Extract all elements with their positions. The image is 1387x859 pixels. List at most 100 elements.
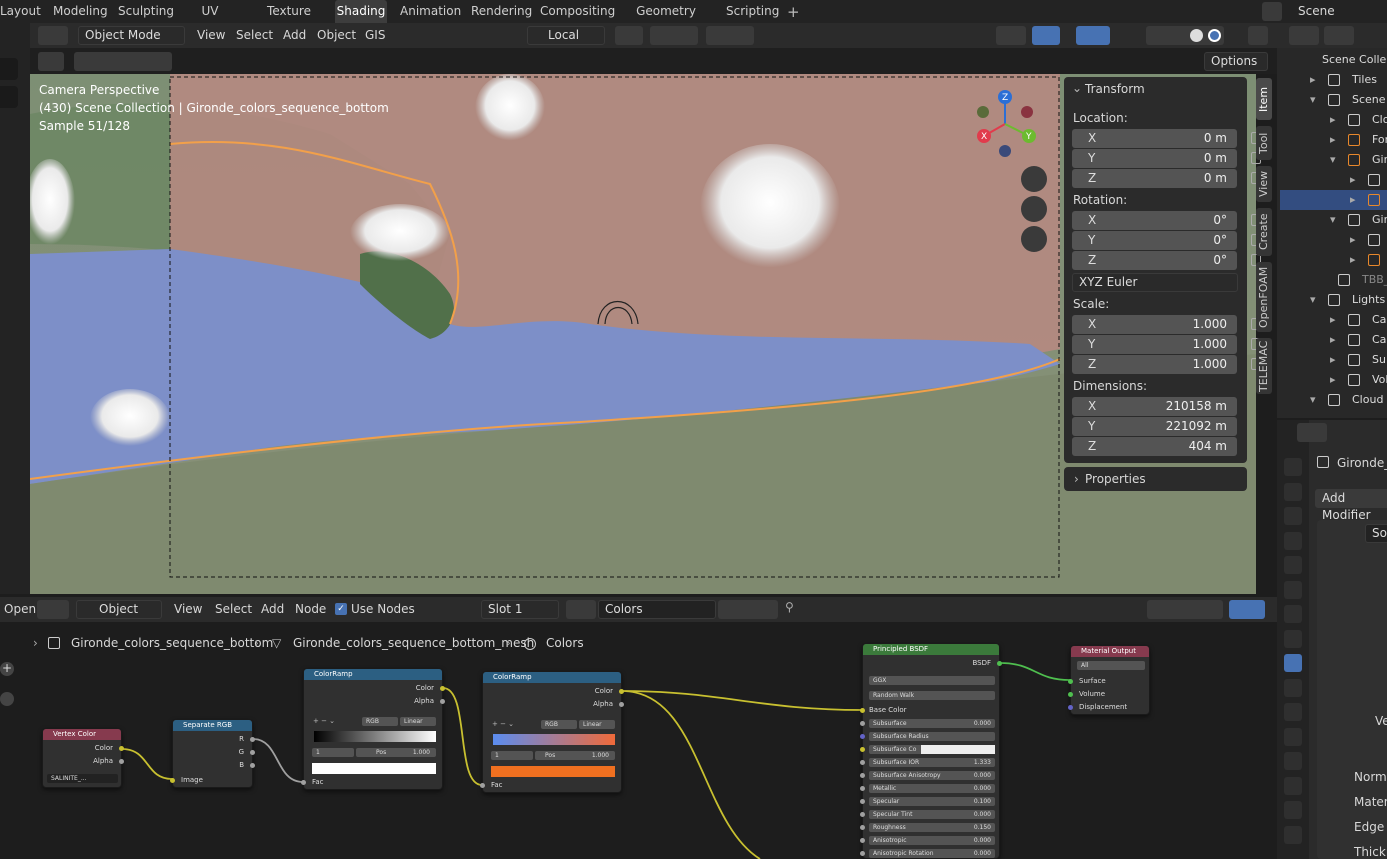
- node-material-output[interactable]: Material Output All Surface Volume Displ…: [1068, 645, 1150, 715]
- input-socket[interactable]: [860, 773, 865, 778]
- properties-panel-header[interactable]: › Properties: [1064, 467, 1247, 491]
- material-name-field[interactable]: Colors: [598, 600, 716, 619]
- workspace-tab-layout[interactable]: Layout: [0, 0, 41, 23]
- outliner-item[interactable]: ▸A: [1280, 230, 1387, 250]
- overlay-toggle-icon[interactable]: [1076, 26, 1110, 45]
- workspace-tab-rendering[interactable]: Rendering: [471, 0, 532, 23]
- bsdf-field-metallic[interactable]: Metallic 0.000: [869, 784, 995, 793]
- input-socket[interactable]: [860, 812, 865, 817]
- chevron-down-icon[interactable]: ⌄: [1072, 81, 1082, 95]
- outliner-item[interactable]: ▸ Clouc: [1280, 110, 1387, 130]
- input-socket[interactable]: [1068, 679, 1073, 684]
- dim-x-field[interactable]: X 210158 m: [1072, 397, 1237, 416]
- bsdf-field-specular-tint[interactable]: Specular Tint 0.000: [869, 810, 995, 819]
- subsurface-color-swatch[interactable]: [921, 745, 995, 754]
- menu-select[interactable]: Select: [236, 28, 273, 42]
- snap-icon[interactable]: [650, 26, 698, 45]
- pivot-icon[interactable]: [615, 26, 643, 45]
- chevron-icon[interactable]: ▾: [1310, 390, 1316, 410]
- properties-tab-icon[interactable]: [1284, 458, 1302, 476]
- ramp-gradient[interactable]: [314, 731, 436, 742]
- outliner-item[interactable]: ▸ Sun: [1280, 350, 1387, 370]
- rot-x-field[interactable]: X 0°: [1072, 211, 1261, 230]
- input-socket[interactable]: [170, 778, 175, 783]
- input-socket[interactable]: [860, 747, 865, 752]
- outliner-item[interactable]: ▸ Tiles: [1280, 70, 1387, 90]
- outliner-item[interactable]: ▾ Cloud sa: [1280, 390, 1387, 410]
- input-socket[interactable]: [860, 708, 865, 713]
- rot-z-field[interactable]: Z 0°: [1072, 251, 1261, 270]
- chevron-icon[interactable]: ▸: [1330, 130, 1336, 150]
- add-workspace-icon[interactable]: +: [787, 3, 800, 21]
- properties-tab-icon[interactable]: [1284, 654, 1302, 672]
- properties-tab-icon[interactable]: [1284, 531, 1302, 550]
- use-nodes-checkbox[interactable]: ✓: [335, 603, 347, 615]
- rendered-shading-icon[interactable]: [1208, 29, 1221, 42]
- menu-add[interactable]: Add: [283, 28, 306, 42]
- ramp-tools-icon[interactable]: + − ⌄: [492, 720, 514, 728]
- outliner-item[interactable]: ▾ Giron: [1280, 210, 1387, 230]
- outliner-editor-icon[interactable]: [1289, 26, 1319, 45]
- tab-openfoam[interactable]: OpenFOAM: [1256, 262, 1272, 332]
- properties-tab-icon[interactable]: [1284, 678, 1302, 697]
- workspace-tab-uv-editing[interactable]: UV Editing: [182, 0, 238, 41]
- chevron-icon[interactable]: ▸: [1350, 250, 1356, 270]
- chevron-icon[interactable]: ▸: [1350, 230, 1356, 250]
- dim-z-field[interactable]: Z 404 m: [1072, 437, 1237, 456]
- slot-dropdown[interactable]: Slot 1: [481, 600, 559, 619]
- bsdf-field-subsurface[interactable]: Subsurface 0.000: [869, 719, 995, 728]
- workspace-tab-shading[interactable]: Shading: [335, 0, 387, 23]
- workspace-tab-texture-paint[interactable]: Texture Paint: [256, 0, 322, 41]
- orientation-dropdown[interactable]: Local: [527, 26, 605, 45]
- node-menu-add[interactable]: Add: [261, 602, 284, 616]
- pause-render-icon[interactable]: [1248, 26, 1268, 45]
- properties-tab-icon[interactable]: [1284, 703, 1302, 721]
- chevron-icon[interactable]: ▾: [1330, 150, 1336, 170]
- workspace-tab-scripting[interactable]: Scripting: [726, 0, 779, 23]
- ramp-mode-dropdown[interactable]: RGB: [362, 717, 398, 726]
- ramp-index-field[interactable]: 1: [312, 748, 354, 757]
- workspace-tab-sculpting[interactable]: Sculpting: [118, 0, 174, 23]
- snap-node-icon[interactable]: [1147, 600, 1223, 619]
- rot-y-field[interactable]: Y 0°: [1072, 231, 1261, 250]
- material-browse-icon[interactable]: [566, 600, 596, 619]
- left-dropdown[interactable]: [0, 86, 18, 108]
- outliner-item[interactable]: ▸ Came: [1280, 330, 1387, 350]
- node-colorramp-2[interactable]: ColorRamp Color Alpha + − ⌄ RGB Linear 1…: [480, 671, 624, 793]
- tab-view[interactable]: View: [1256, 166, 1272, 202]
- tab-telemac[interactable]: TELEMAC: [1256, 338, 1272, 394]
- menu-view[interactable]: View: [197, 28, 225, 42]
- input-socket[interactable]: [860, 825, 865, 830]
- workspace-tab-animation[interactable]: Animation: [400, 0, 461, 23]
- tab-item[interactable]: Item: [1256, 78, 1272, 120]
- outliner-item[interactable]: ▸A: [1280, 170, 1387, 190]
- ramp-color-swatch[interactable]: [491, 766, 615, 777]
- zoom-icon[interactable]: [1021, 166, 1047, 192]
- outliner-item[interactable]: ▾ Lights: [1280, 290, 1387, 310]
- chevron-icon[interactable]: ▸: [1350, 170, 1356, 190]
- properties-tab-icon[interactable]: [1284, 605, 1302, 623]
- workspace-tab-compositing[interactable]: Compositing: [540, 0, 615, 23]
- output-socket[interactable]: [619, 702, 624, 707]
- bsdf-field-subsurface-anisotropy[interactable]: Subsurface Anisotropy 0.000: [869, 771, 995, 780]
- scl-z-field[interactable]: Z 1.000: [1072, 355, 1261, 374]
- ramp-interp-dropdown[interactable]: Linear: [400, 717, 436, 726]
- transform-header[interactable]: Transform: [1085, 82, 1145, 96]
- node-menu-view[interactable]: View: [174, 602, 202, 616]
- workspace-tab-modeling[interactable]: Modeling: [53, 0, 108, 23]
- material-actions-icon[interactable]: [718, 600, 778, 619]
- outliner-item[interactable]: ▸C: [1280, 190, 1387, 210]
- add-modifier-button[interactable]: Add Modifier: [1315, 489, 1387, 522]
- dim-y-field[interactable]: Y 221092 m: [1072, 417, 1237, 436]
- input-socket[interactable]: [860, 799, 865, 804]
- prop-label-edge[interactable]: Edge Da: [1354, 820, 1387, 834]
- input-socket[interactable]: [860, 786, 865, 791]
- chevron-icon[interactable]: ▸: [1330, 310, 1336, 330]
- input-socket[interactable]: [480, 783, 485, 788]
- tab-create[interactable]: Create: [1256, 208, 1272, 256]
- bsdf-field-anisotropic[interactable]: Anisotropic 0.000: [869, 836, 995, 845]
- bsdf-field-anisotropic-rotation[interactable]: Anisotropic Rotation 0.000: [869, 849, 995, 858]
- chevron-icon[interactable]: ▸: [1350, 190, 1356, 210]
- input-socket[interactable]: [860, 838, 865, 843]
- ramp-color-swatch[interactable]: [312, 763, 436, 774]
